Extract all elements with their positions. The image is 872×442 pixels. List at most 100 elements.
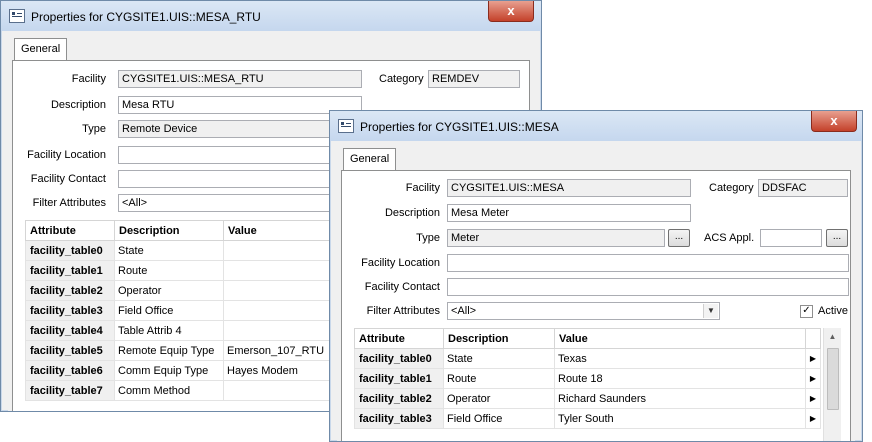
description-field[interactable]: Mesa RTU (118, 96, 362, 114)
value-column-header[interactable]: Value (554, 328, 806, 349)
facility-field[interactable]: CYGSITE1.UIS::MESA_RTU (118, 70, 362, 88)
tab-general[interactable]: General (14, 38, 68, 61)
rtu-window-title: Properties for CYGSITE1.UIS::MESA_RTU (31, 10, 261, 24)
mesa-tab-panel: Facility CYGSITE1.UIS::MESA Category DDS… (341, 170, 851, 441)
attribute-cell: facility_table7 (25, 380, 115, 401)
facility-location-field[interactable] (447, 254, 849, 272)
description-label: Description (384, 207, 440, 219)
description-cell: Operator (443, 388, 555, 409)
tab-general[interactable]: General (343, 148, 397, 171)
mesa-title-bar[interactable]: Properties for CYGSITE1.UIS::MESA x (330, 111, 862, 141)
description-cell: State (443, 348, 555, 369)
attribute-cell: facility_table4 (25, 320, 115, 341)
attribute-cell: facility_table1 (25, 260, 115, 281)
acs-appl-browse-button[interactable]: ... (826, 229, 848, 247)
table-row[interactable]: facility_table2 Operator (25, 280, 355, 301)
attribute-cell: facility_table2 (25, 280, 115, 301)
table-row[interactable]: facility_table1 Route Route 18 ▶ (354, 368, 821, 389)
category-field[interactable]: DDSFAC (758, 179, 848, 197)
description-label: Description (50, 99, 106, 111)
description-cell: Field Office (114, 300, 224, 321)
value-cell[interactable]: Route 18 (554, 368, 806, 389)
attribute-cell: facility_table5 (25, 340, 115, 361)
table-row[interactable]: facility_table0 State Texas ▶ (354, 348, 821, 369)
facility-field[interactable]: CYGSITE1.UIS::MESA (447, 179, 691, 197)
facility-contact-field[interactable] (447, 278, 849, 296)
rtu-close-button[interactable]: x (488, 1, 534, 22)
value-cell[interactable]: Texas (554, 348, 806, 369)
description-cell: State (114, 240, 224, 261)
table-row[interactable]: facility_table5 Remote Equip Type Emerson_… (25, 340, 355, 361)
scroll-up-icon[interactable]: ▲ (824, 328, 841, 345)
description-cell: Route (114, 260, 224, 281)
facility-location-label: Facility Location (361, 257, 440, 269)
acs-appl-field[interactable] (760, 229, 822, 247)
table-row[interactable]: facility_table0 State (25, 240, 355, 261)
description-cell: Remote Equip Type (114, 340, 224, 361)
value-cell[interactable]: Richard Saunders (554, 388, 806, 409)
rtu-title-bar[interactable]: Properties for CYGSITE1.UIS::MESA_RTU x (1, 1, 541, 31)
attribute-table-scrollbar[interactable]: ▲ (823, 328, 841, 441)
table-row[interactable]: facility_table7 Comm Method (25, 380, 355, 401)
mesa-properties-window: Properties for CYGSITE1.UIS::MESA x Gene… (329, 110, 863, 442)
mesa-content: General Facility CYGSITE1.UIS::MESA Cate… (337, 142, 855, 441)
filter-attributes-select[interactable]: <All> ▼ (447, 302, 720, 320)
attribute-cell: facility_table0 (354, 348, 444, 369)
app-icon (9, 9, 25, 23)
description-cell: Operator (114, 280, 224, 301)
table-row[interactable]: facility_table4 Table Attrib 4 (25, 320, 355, 341)
description-column-header[interactable]: Description (443, 328, 555, 349)
facility-location-label: Facility Location (27, 149, 106, 161)
type-field[interactable]: Remote Device (118, 120, 362, 138)
chevron-down-icon[interactable]: ▼ (703, 304, 718, 318)
category-field[interactable]: REMDEV (428, 70, 520, 88)
category-label: Category (709, 182, 754, 194)
arrow-column-header (805, 328, 821, 349)
table-row[interactable]: facility_table3 Field Office (25, 300, 355, 321)
table-row[interactable]: facility_table1 Route (25, 260, 355, 281)
type-field[interactable]: Meter (447, 229, 665, 247)
attribute-cell: facility_table0 (25, 240, 115, 261)
description-cell: Route (443, 368, 555, 389)
mesa-close-button[interactable]: x (811, 111, 857, 132)
acs-appl-label: ACS Appl. (704, 232, 755, 244)
triangle-right-icon[interactable]: ▶ (805, 408, 821, 429)
description-cell: Table Attrib 4 (114, 320, 224, 341)
facility-label: Facility (71, 73, 106, 85)
scroll-thumb[interactable] (827, 348, 839, 410)
category-label: Category (379, 73, 424, 85)
facility-contact-label: Facility Contact (30, 173, 106, 185)
attribute-column-header[interactable]: Attribute (25, 220, 115, 241)
table-row[interactable]: facility_table3 Field Office Tyler South ▶ (354, 408, 821, 429)
type-label: Type (416, 232, 440, 244)
attribute-cell: facility_table1 (354, 368, 444, 389)
filter-attributes-value: <All> (451, 305, 477, 317)
filter-attributes-label: Filter Attributes (32, 197, 106, 209)
active-label: Active (818, 305, 848, 317)
attribute-cell: facility_table6 (25, 360, 115, 381)
description-field[interactable]: Mesa Meter (447, 204, 691, 222)
attribute-cell: facility_table2 (354, 388, 444, 409)
facility-contact-label: Facility Contact (364, 281, 440, 293)
type-browse-button[interactable]: ... (668, 229, 690, 247)
type-label: Type (82, 123, 106, 135)
description-cell: Comm Equip Type (114, 360, 224, 381)
attribute-cell: facility_table3 (354, 408, 444, 429)
description-cell: Comm Method (114, 380, 224, 401)
mesa-attribute-table: Attribute Description Value facility_tab… (354, 328, 821, 429)
attribute-cell: facility_table3 (25, 300, 115, 321)
table-row[interactable]: facility_table6 Comm Equip Type Hayes Mode… (25, 360, 355, 381)
triangle-right-icon[interactable]: ▶ (805, 348, 821, 369)
app-icon (338, 119, 354, 133)
description-cell: Field Office (443, 408, 555, 429)
triangle-right-icon[interactable]: ▶ (805, 388, 821, 409)
value-cell[interactable]: Tyler South (554, 408, 806, 429)
table-row[interactable]: facility_table2 Operator Richard Saunders ▶ (354, 388, 821, 409)
attribute-column-header[interactable]: Attribute (354, 328, 444, 349)
facility-label: Facility (405, 182, 440, 194)
filter-attributes-label: Filter Attributes (366, 305, 440, 317)
triangle-right-icon[interactable]: ▶ (805, 368, 821, 389)
active-checkbox[interactable]: ✓ (800, 305, 813, 318)
mesa-window-title: Properties for CYGSITE1.UIS::MESA (360, 120, 559, 134)
description-column-header[interactable]: Description (114, 220, 224, 241)
